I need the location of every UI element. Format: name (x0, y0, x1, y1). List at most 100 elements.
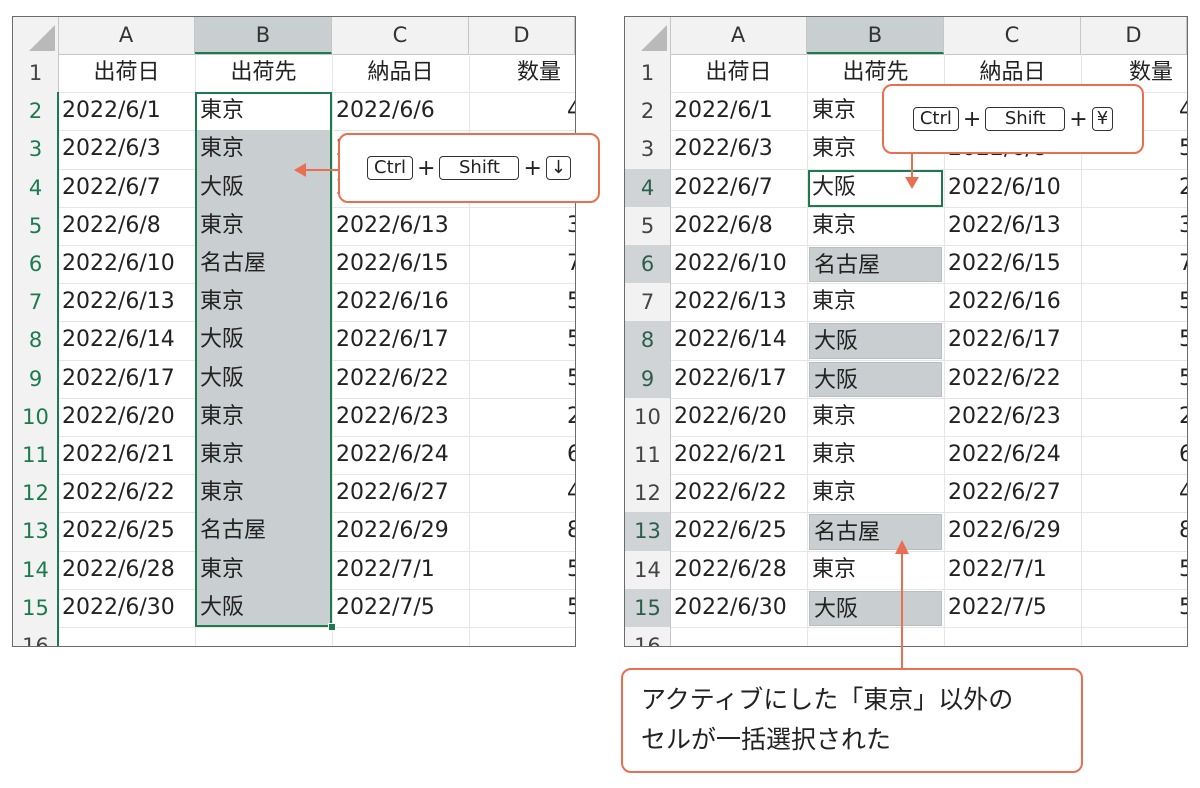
column-header-d[interactable]: D (469, 17, 575, 54)
column-header-c[interactable]: C (944, 17, 1081, 54)
cell-c10[interactable]: 2022/6/23 (336, 398, 449, 436)
cell-d15[interactable]: 5 (1081, 589, 1187, 627)
cell-c11[interactable]: 2022/6/24 (948, 436, 1061, 474)
column-header-a[interactable]: A (58, 17, 195, 54)
row-header-16[interactable]: 16 (625, 627, 671, 646)
cell-a12[interactable]: 2022/6/22 (674, 474, 787, 512)
cell-a15[interactable]: 2022/6/30 (674, 589, 787, 627)
cell-c12[interactable]: 2022/6/27 (336, 474, 449, 512)
row-header-16[interactable]: 16 (13, 627, 59, 646)
cell-c2[interactable]: 2022/6/6 (336, 92, 435, 130)
cell-a7[interactable]: 2022/6/13 (674, 283, 787, 321)
cell-b11[interactable]: 東京 (808, 436, 943, 474)
cell-b15[interactable]: 大阪 (196, 588, 331, 627)
cell-a6[interactable]: 2022/6/10 (62, 245, 175, 283)
cell-c7[interactable]: 2022/6/16 (336, 283, 449, 321)
cell-a15[interactable]: 2022/6/30 (62, 589, 175, 627)
row-header-9[interactable]: 9 (13, 359, 59, 399)
cell-d15[interactable]: 5 (469, 589, 575, 627)
cell-c13[interactable]: 2022/6/29 (336, 512, 449, 550)
cell-b8[interactable]: 大阪 (809, 323, 942, 359)
row-header-5[interactable]: 5 (625, 206, 671, 246)
select-all-corner[interactable] (13, 17, 59, 54)
cell-b13[interactable]: 名古屋 (809, 514, 942, 550)
row-header-13[interactable]: 13 (625, 512, 671, 552)
cell-a5[interactable]: 2022/6/8 (674, 207, 773, 245)
column-header-b[interactable]: B (195, 17, 332, 54)
row-header-2[interactable]: 2 (13, 92, 59, 132)
cell-c9[interactable]: 2022/6/22 (336, 360, 449, 398)
row-header-5[interactable]: 5 (13, 206, 59, 246)
cell-a3[interactable]: 2022/6/3 (674, 130, 773, 168)
column-header-c[interactable]: C (332, 17, 469, 54)
cell-a11[interactable]: 2022/6/21 (62, 436, 175, 474)
cell-b14[interactable]: 東京 (196, 550, 331, 589)
row-header-10[interactable]: 10 (625, 397, 671, 437)
cell-b9[interactable]: 大阪 (809, 361, 942, 397)
cell-d9[interactable]: 5 (1081, 360, 1187, 398)
cell-a4[interactable]: 2022/6/7 (62, 169, 161, 207)
cell-d12[interactable]: 4 (469, 474, 575, 512)
cell-a13[interactable]: 2022/6/25 (674, 512, 787, 550)
cell-a9[interactable]: 2022/6/17 (674, 360, 787, 398)
cell-d10[interactable]: 2 (1081, 398, 1187, 436)
cell-a12[interactable]: 2022/6/22 (62, 474, 175, 512)
row-header-11[interactable]: 11 (625, 436, 671, 476)
cell-b5[interactable]: 東京 (196, 206, 331, 245)
column-header-b[interactable]: B (807, 17, 944, 54)
row-header-1[interactable]: 1 (625, 54, 671, 94)
cell-d2[interactable]: 4 (469, 92, 575, 130)
cell-c12[interactable]: 2022/6/27 (948, 474, 1061, 512)
cell-c4[interactable]: 2022/6/10 (948, 169, 1061, 207)
cell-d13[interactable]: 8 (1081, 512, 1187, 550)
cell-a2[interactable]: 2022/6/1 (674, 92, 773, 130)
cell-b6[interactable]: 名古屋 (809, 247, 942, 283)
cell-b8[interactable]: 大阪 (196, 321, 331, 360)
cell-b14[interactable]: 東京 (808, 551, 943, 589)
header-cell-dest[interactable]: 出荷先 (195, 54, 332, 92)
row-header-11[interactable]: 11 (13, 436, 59, 476)
cell-c7[interactable]: 2022/6/16 (948, 283, 1061, 321)
cell-c15[interactable]: 2022/7/5 (336, 589, 435, 627)
cell-c5[interactable]: 2022/6/13 (948, 207, 1061, 245)
cell-c13[interactable]: 2022/6/29 (948, 512, 1061, 550)
cell-a6[interactable]: 2022/6/10 (674, 245, 787, 283)
cell-d7[interactable]: 5 (1081, 283, 1187, 321)
row-header-12[interactable]: 12 (625, 474, 671, 514)
cell-d4[interactable]: 2 (1081, 169, 1187, 207)
row-header-3[interactable]: 3 (13, 130, 59, 170)
row-header-9[interactable]: 9 (625, 359, 671, 399)
cell-d6[interactable]: 7 (469, 245, 575, 283)
cell-c8[interactable]: 2022/6/17 (948, 321, 1061, 359)
row-header-7[interactable]: 7 (625, 283, 671, 323)
cell-a11[interactable]: 2022/6/21 (674, 436, 787, 474)
cell-d6[interactable]: 7 (1081, 245, 1187, 283)
cell-d14[interactable]: 5 (469, 551, 575, 589)
row-header-1[interactable]: 1 (13, 54, 59, 94)
cell-c15[interactable]: 2022/7/5 (948, 589, 1047, 627)
row-header-10[interactable]: 10 (13, 397, 59, 437)
cell-d8[interactable]: 5 (469, 321, 575, 359)
cell-a13[interactable]: 2022/6/25 (62, 512, 175, 550)
row-header-7[interactable]: 7 (13, 283, 59, 323)
cell-d5[interactable]: 3 (1081, 207, 1187, 245)
fill-handle[interactable] (328, 623, 336, 631)
row-header-6[interactable]: 6 (625, 245, 671, 285)
cell-a14[interactable]: 2022/6/28 (674, 551, 787, 589)
cell-a10[interactable]: 2022/6/20 (62, 398, 175, 436)
cell-c11[interactable]: 2022/6/24 (336, 436, 449, 474)
row-header-6[interactable]: 6 (13, 245, 59, 285)
column-header-d[interactable]: D (1081, 17, 1187, 54)
header-cell-qty[interactable]: 数量 (469, 54, 561, 92)
cell-c14[interactable]: 2022/7/1 (948, 551, 1047, 589)
cell-d11[interactable]: 6 (469, 436, 575, 474)
cell-b15[interactable]: 大阪 (809, 590, 942, 626)
cell-a10[interactable]: 2022/6/20 (674, 398, 787, 436)
row-header-8[interactable]: 8 (625, 321, 671, 361)
row-header-14[interactable]: 14 (625, 550, 671, 590)
cell-a7[interactable]: 2022/6/13 (62, 283, 175, 321)
cell-c5[interactable]: 2022/6/13 (336, 207, 449, 245)
row-header-13[interactable]: 13 (13, 512, 59, 552)
cell-b9[interactable]: 大阪 (196, 359, 331, 398)
cell-a5[interactable]: 2022/6/8 (62, 207, 161, 245)
